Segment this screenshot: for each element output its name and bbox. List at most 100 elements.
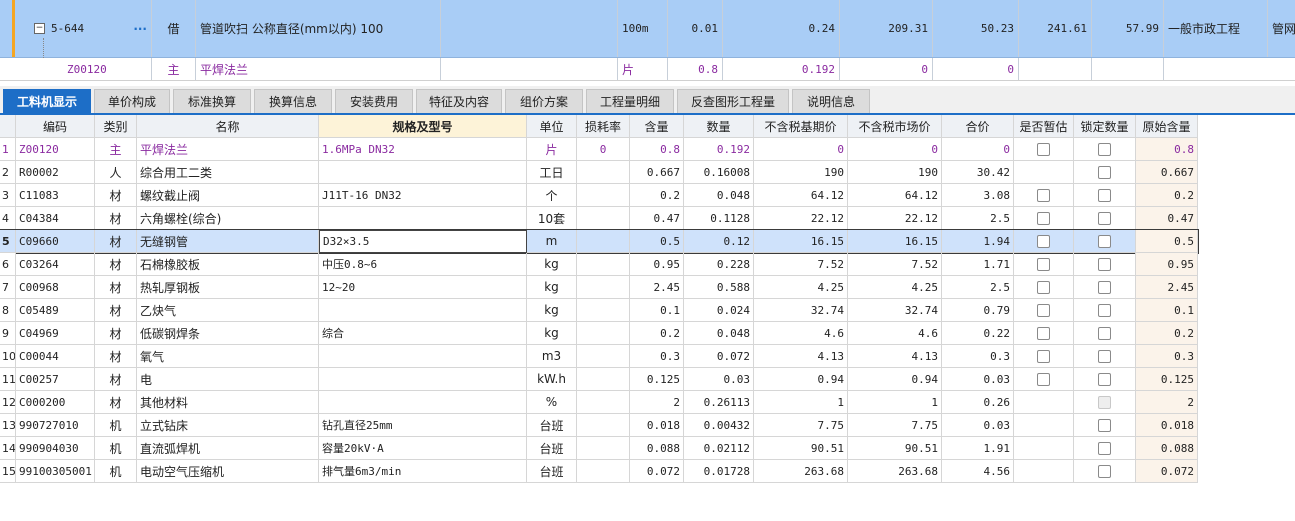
cell-content[interactable]: 2 <box>630 391 684 414</box>
cell-content[interactable]: 0.088 <box>630 437 684 460</box>
cell-base-price[interactable]: 263.68 <box>754 460 848 483</box>
tab-standard-conversion[interactable]: 标准换算 <box>173 89 251 113</box>
cell-unit[interactable]: % <box>527 391 577 414</box>
cell-market-price[interactable]: 263.68 <box>848 460 942 483</box>
cell-spec[interactable]: 1.6MPa DN32 <box>319 138 527 161</box>
header-loss-rate[interactable]: 损耗率 <box>577 115 630 138</box>
cell-name[interactable]: 低碳钢焊条 <box>137 322 319 345</box>
cell-market-price[interactable]: 64.12 <box>848 184 942 207</box>
cell-lock-quantity[interactable] <box>1074 207 1136 230</box>
cell-category[interactable]: 材 <box>95 230 137 253</box>
cell-name[interactable]: 直流弧焊机 <box>137 437 319 460</box>
cell-base-price[interactable]: 4.6 <box>754 322 848 345</box>
cell-loss-rate[interactable] <box>577 437 630 460</box>
cell-base-price[interactable]: 64.12 <box>754 184 848 207</box>
tab-description[interactable]: 说明信息 <box>792 89 870 113</box>
cell-spec[interactable] <box>319 345 527 368</box>
sub-item-row[interactable]: − 5-644 ··· 借 管道吹扫 公称直径(mm以内) 100 100m 0… <box>0 0 1295 58</box>
lock-checkbox[interactable] <box>1098 303 1111 317</box>
cell-quantity[interactable]: 0.048 <box>684 184 754 207</box>
cell-unit[interactable]: 台班 <box>527 437 577 460</box>
estimate-checkbox[interactable] <box>1037 257 1050 271</box>
lock-checkbox[interactable] <box>1098 464 1111 478</box>
cell-market-price[interactable]: 90.51 <box>848 437 942 460</box>
cell-content[interactable]: 0.95 <box>630 253 684 276</box>
cell-loss-rate[interactable] <box>577 161 630 184</box>
cell-market-price[interactable]: 190 <box>848 161 942 184</box>
cell-quantity[interactable]: 0.02112 <box>684 437 754 460</box>
cell-total[interactable]: 1.71 <box>942 253 1014 276</box>
cell-quantity[interactable]: 0.048 <box>684 322 754 345</box>
cell-spec[interactable]: 12~20 <box>319 276 527 299</box>
cell-is-estimate[interactable] <box>1014 299 1074 322</box>
lock-checkbox[interactable] <box>1098 326 1111 340</box>
header-total[interactable]: 合价 <box>942 115 1014 138</box>
cell-market-price[interactable]: 7.52 <box>848 253 942 276</box>
cell-market-price[interactable]: 1 <box>848 391 942 414</box>
cell-original-content[interactable]: 0.95 <box>1136 253 1198 276</box>
cell-original-content[interactable]: 0.667 <box>1136 161 1198 184</box>
cell-is-estimate[interactable] <box>1014 207 1074 230</box>
lock-checkbox[interactable] <box>1098 418 1111 432</box>
cell-total[interactable]: 0.26 <box>942 391 1014 414</box>
cell-loss-rate[interactable] <box>577 414 630 437</box>
cell-market-price[interactable]: 0 <box>848 138 942 161</box>
cell-is-estimate[interactable] <box>1014 368 1074 391</box>
cell-unit[interactable]: 片 <box>527 138 577 161</box>
child-material-row[interactable]: Z00120 主 平焊法兰 片 0.8 0.192 0 0 <box>0 58 1295 81</box>
lock-checkbox[interactable] <box>1098 257 1111 271</box>
cell-base-price[interactable]: 22.12 <box>754 207 848 230</box>
cell-code[interactable]: C04384 <box>16 207 95 230</box>
table-row[interactable]: 1 Z00120 主平焊法兰 1.6MPa DN32 片 0 0.8 0.192 0 0 0 0.8 <box>0 138 1198 161</box>
cell-loss-rate[interactable] <box>577 368 630 391</box>
cell-content[interactable]: 0.2 <box>630 184 684 207</box>
cell-unit[interactable]: 台班 <box>527 414 577 437</box>
cell-base-price[interactable]: 4.13 <box>754 345 848 368</box>
cell-spec[interactable]: 排气量6m3/min <box>319 460 527 483</box>
cell-code[interactable]: 99100305001 <box>16 460 95 483</box>
table-row[interactable]: 12 C000200 材其他材料% 2 0.26113 1 1 0.26 2 <box>0 391 1198 414</box>
cell-category[interactable]: 主 <box>95 138 137 161</box>
cell-market-price[interactable]: 4.25 <box>848 276 942 299</box>
tab-unit-price-composition[interactable]: 单价构成 <box>94 89 170 113</box>
header-unit[interactable]: 单位 <box>527 115 577 138</box>
lock-checkbox[interactable] <box>1098 280 1111 294</box>
cell-lock-quantity[interactable] <box>1074 184 1136 207</box>
header-category[interactable]: 类别 <box>95 115 137 138</box>
cell-lock-quantity[interactable] <box>1074 253 1136 276</box>
cell-lock-quantity[interactable] <box>1074 414 1136 437</box>
cell-quantity[interactable]: 0.12 <box>684 230 754 253</box>
cell-content[interactable]: 0.5 <box>630 230 684 253</box>
cell-total[interactable]: 0.03 <box>942 414 1014 437</box>
cell-lock-quantity[interactable] <box>1074 437 1136 460</box>
estimate-checkbox[interactable] <box>1037 372 1050 386</box>
tab-pricing-scheme[interactable]: 组价方案 <box>505 89 583 113</box>
cell-category[interactable]: 材 <box>95 207 137 230</box>
cell-name[interactable]: 石棉橡胶板 <box>137 253 319 276</box>
cell-base-price[interactable]: 190 <box>754 161 848 184</box>
cell-loss-rate[interactable] <box>577 230 630 253</box>
cell-code[interactable]: C09660 <box>16 230 95 253</box>
cell-total[interactable]: 1.91 <box>942 437 1014 460</box>
table-row[interactable]: 6 C03264 材石棉橡胶板 中压0.8~6 kg 0.95 0.228 7.52 7.52 1… <box>0 253 1198 276</box>
estimate-checkbox[interactable] <box>1037 280 1050 294</box>
cell-quantity[interactable]: 0.16008 <box>684 161 754 184</box>
cell-code[interactable]: 990727010 <box>16 414 95 437</box>
cell-base-price[interactable]: 0.94 <box>754 368 848 391</box>
cell-is-estimate[interactable] <box>1014 414 1074 437</box>
table-row[interactable]: 2 R00002 人综合用工二类 工日 0.667 0.16008 190 190 30.42 0… <box>0 161 1198 184</box>
cell-unit[interactable]: 台班 <box>527 460 577 483</box>
cell-content[interactable]: 0.8 <box>630 138 684 161</box>
cell-total[interactable]: 2.5 <box>942 276 1014 299</box>
cell-quantity[interactable]: 0.01728 <box>684 460 754 483</box>
cell-content[interactable]: 0.47 <box>630 207 684 230</box>
more-button[interactable]: ··· <box>133 22 147 36</box>
lock-checkbox[interactable] <box>1098 142 1111 156</box>
cell-quantity[interactable]: 0.588 <box>684 276 754 299</box>
cell-is-estimate[interactable] <box>1014 184 1074 207</box>
cell-quantity[interactable]: 0.26113 <box>684 391 754 414</box>
cell-lock-quantity[interactable] <box>1074 391 1136 414</box>
cell-name[interactable]: 无缝钢管 <box>137 230 319 253</box>
cell-spec[interactable] <box>319 391 527 414</box>
cell-original-content[interactable]: 0.5 <box>1136 230 1198 253</box>
